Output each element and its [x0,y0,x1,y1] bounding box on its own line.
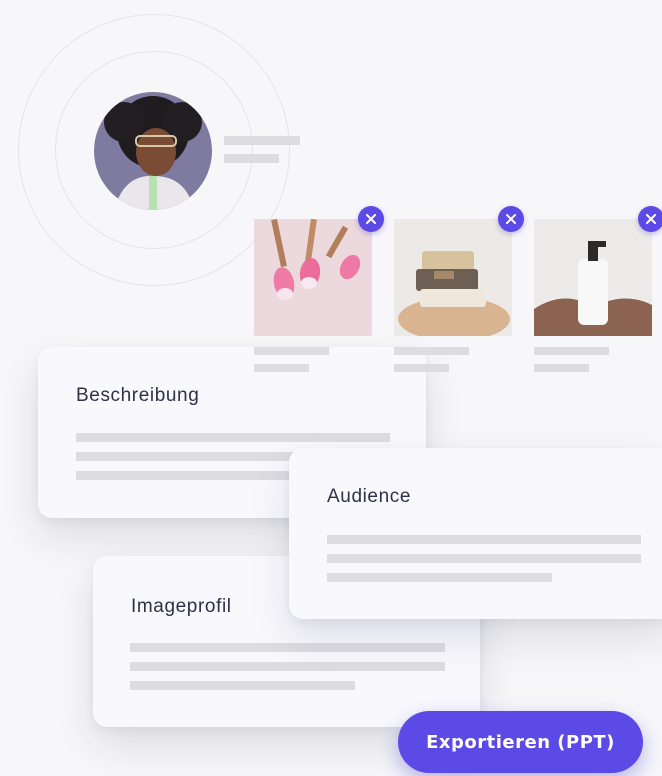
media-thumbnail[interactable] [394,219,512,336]
audience-title: Audience [327,486,412,507]
description-line [76,433,390,442]
remove-media-button[interactable] [638,206,662,232]
close-icon [506,214,516,224]
media-caption-placeholder [534,364,589,372]
audience-line [327,535,641,544]
image-profile-line [130,681,355,690]
description-line [76,471,306,480]
close-icon [646,214,656,224]
profile-name-placeholder [224,136,300,145]
media-thumbnail[interactable] [254,219,372,336]
makeup-brushes-icon [254,219,372,336]
export-ppt-button[interactable]: Exportieren (PPT) [398,711,643,773]
profile-subtitle-placeholder [224,154,279,163]
media-caption-placeholder [394,364,449,372]
close-icon [366,214,376,224]
remove-media-button[interactable] [498,206,524,232]
soap-bars-icon [394,219,512,336]
media-caption-placeholder [254,364,309,372]
audience-card: Audience [289,448,662,619]
media-caption-placeholder [394,347,469,355]
media-caption-placeholder [534,347,609,355]
remove-media-button[interactable] [358,206,384,232]
description-line [76,452,306,461]
media-caption-placeholder [254,347,329,355]
media-thumbnail[interactable] [534,219,652,336]
audience-line [327,573,552,582]
image-profile-line [130,643,445,652]
audience-line [327,554,641,563]
image-profile-line [130,662,445,671]
image-profile-title: Imageprofil [131,596,232,617]
avatar [94,92,212,210]
pump-bottle-icon [534,219,652,336]
person-portrait-icon [94,92,212,210]
description-title: Beschreibung [76,385,200,406]
